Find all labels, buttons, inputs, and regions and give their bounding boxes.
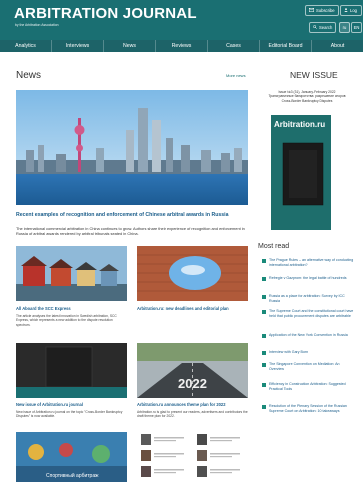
- lang-ru-button[interactable]: ru: [339, 22, 350, 33]
- bullet-icon: [262, 405, 266, 409]
- hero-news-desc: The international commercial arbitration…: [16, 226, 245, 237]
- most-read-item-label: Efficiency in Construction Arbitration: …: [269, 382, 346, 391]
- news-item-1-desc: The article analyses the latest innovati…: [16, 314, 117, 327]
- issue-info: Issue №3 (31), January-February 2022 Тра…: [262, 90, 352, 103]
- bullet-icon: [262, 363, 266, 367]
- login-button[interactable]: Log: [340, 5, 362, 16]
- nav-item-about[interactable]: About: [312, 40, 363, 52]
- more-news-link[interactable]: More news: [226, 73, 246, 78]
- thumb-sport-text: Спортивный арбитраж: [46, 472, 99, 479]
- hero-image-shanghai-skyline[interactable]: [16, 90, 248, 205]
- most-read-item-label: Russia as a place for arbitration: Surve…: [269, 294, 345, 303]
- thumb-sport-arbitration[interactable]: Спортивный арбитраж: [16, 432, 127, 482]
- nav-item-news[interactable]: News: [104, 40, 156, 52]
- news-item-1-caption[interactable]: All Aboard the SCC Express: [16, 306, 127, 312]
- news-item-4-desc: Arbitration.ru is glad to present our re…: [137, 410, 248, 419]
- news-item-2-caption[interactable]: Arbitration.ru: new deadlines and editor…: [137, 306, 248, 312]
- bullet-icon: [262, 259, 266, 263]
- bullet-icon: [262, 295, 266, 299]
- new-issue-title: NEW ISSUE: [290, 70, 338, 80]
- news-item-3-desc: New issue of Arbitration.ru journal on t…: [16, 410, 123, 419]
- news-item-3-caption[interactable]: New issue of Arbitration.ru journal: [16, 402, 127, 408]
- thumb-journal-cover[interactable]: [16, 343, 127, 398]
- most-read-item-label: Refregie v Gazprom: the legal battle of …: [269, 276, 347, 280]
- most-read-item-label: Application of the New York Convention i…: [269, 333, 348, 337]
- issue-subtitle-en: Cross-Border Bankruptcy Disputes: [281, 98, 333, 103]
- news-section-title: News: [16, 70, 42, 81]
- main-nav: Analytics Interviews News Reviews Cases …: [0, 40, 363, 52]
- envelope-icon: [309, 8, 314, 13]
- most-read-item-label: The Prague Rules – an alternative way of…: [269, 258, 354, 267]
- nav-item-analytics[interactable]: Analytics: [0, 40, 52, 52]
- thumb-red-houses[interactable]: [16, 246, 127, 301]
- news-item-4-caption[interactable]: Arbitration.ru announces theme plan for …: [137, 402, 248, 408]
- site-tagline: by the Arbitration Association: [15, 23, 59, 27]
- user-icon: [344, 8, 348, 13]
- site-logo[interactable]: ARBITRATION JOURNAL: [14, 5, 197, 22]
- lang-en-button[interactable]: EN: [351, 22, 362, 33]
- hero-news-caption[interactable]: Recent examples of recognition and enfor…: [16, 212, 256, 218]
- most-read-item-label: Resolution of the Plenary Session of the…: [269, 404, 347, 413]
- nav-item-interviews[interactable]: Interviews: [52, 40, 104, 52]
- bullet-icon: [262, 310, 266, 314]
- nav-item-editorial-board[interactable]: Editorial Board: [260, 40, 312, 52]
- site-header: ARBITRATION JOURNAL by the Arbitration A…: [0, 0, 363, 40]
- nav-item-reviews[interactable]: Reviews: [156, 40, 208, 52]
- thumb-2022-road[interactable]: 2022: [137, 343, 248, 398]
- thumb-2022-text: 2022: [178, 376, 207, 391]
- bullet-icon: [262, 351, 266, 355]
- nav-item-cases[interactable]: Cases: [208, 40, 260, 52]
- search-icon: [313, 25, 317, 30]
- most-read-item-label: The Singapore Convention on Mediation: A…: [269, 362, 340, 371]
- subscribe-label: Subscribe: [316, 8, 335, 13]
- issue-cover[interactable]: Arbitration.ru: [271, 115, 331, 230]
- bullet-icon: [262, 383, 266, 387]
- search-label: Search: [319, 25, 333, 30]
- bullet-icon: [262, 334, 266, 338]
- search-button[interactable]: Search: [309, 22, 337, 33]
- most-read-title: Most read: [258, 243, 290, 250]
- login-label: Log: [350, 8, 357, 13]
- subscribe-button[interactable]: Subscribe: [305, 5, 339, 16]
- thumb-people-panel[interactable]: [137, 432, 248, 482]
- thumb-brick-wall-hole[interactable]: [137, 246, 248, 301]
- most-read-item-label: Interview with Gary Born: [269, 350, 309, 354]
- bullet-icon: [262, 277, 266, 281]
- most-read-item-label: The Supreme Court and the constitutional…: [269, 309, 354, 318]
